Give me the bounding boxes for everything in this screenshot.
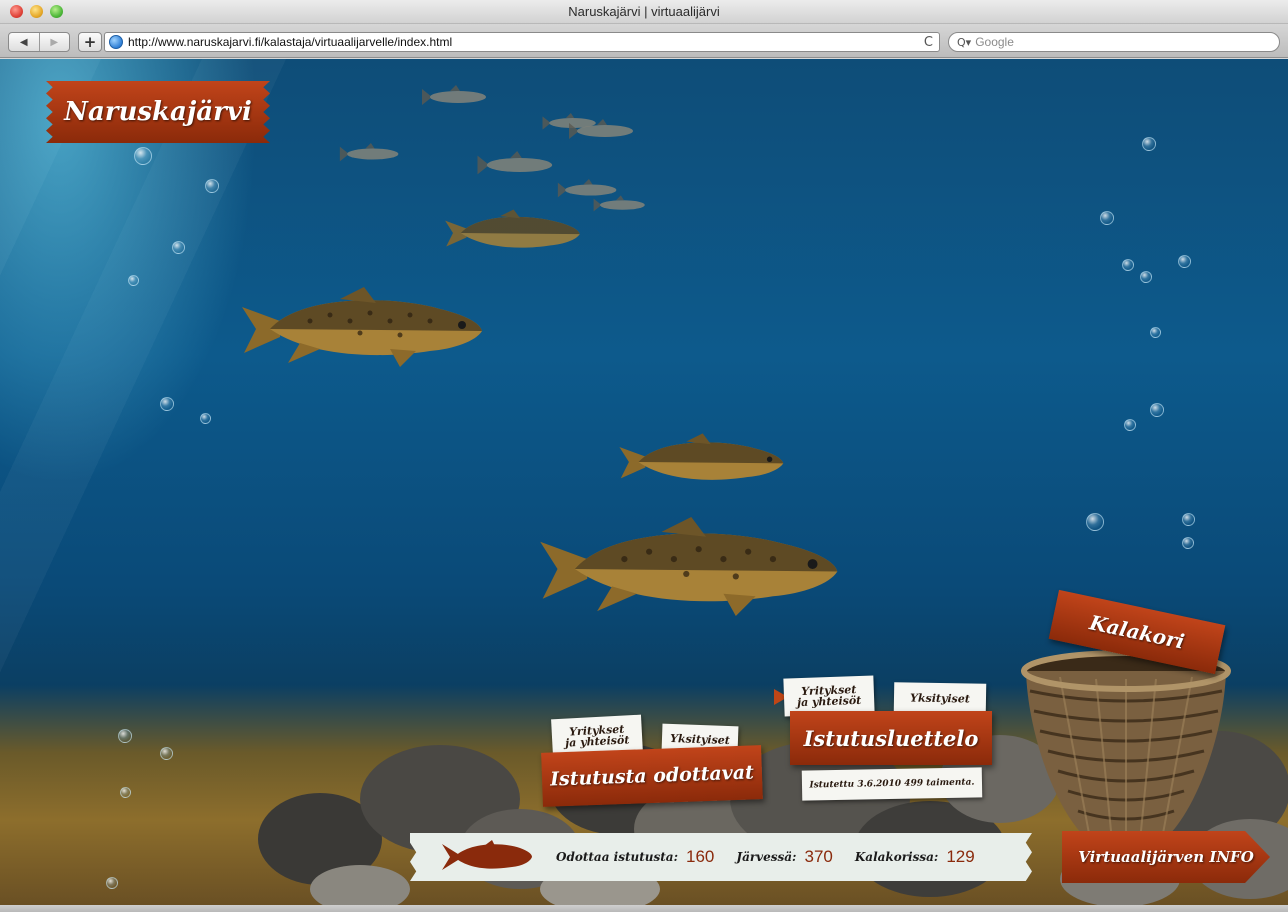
site-logo[interactable]: Naruskajärvi <box>46 81 270 143</box>
stocking-companies-line2: ja yhteisöt <box>796 693 862 710</box>
globe-icon <box>109 35 123 49</box>
pending-ribbon[interactable]: Istutusta odottavat <box>541 745 763 807</box>
window-title: Naruskajärvi | virtuaalijärvi <box>568 4 720 19</box>
address-bar[interactable]: http://www.naruskajarvi.fi/kalastaja/vir… <box>104 32 940 52</box>
lake-value: 370 <box>804 847 833 866</box>
fish-silhouette-icon <box>442 840 532 870</box>
basket-label: Kalakorissa: <box>854 850 939 864</box>
lake-label: Järvessä: <box>736 850 797 864</box>
search-icon[interactable]: Q▾ <box>957 36 971 49</box>
waiting-value: 160 <box>686 847 715 866</box>
fish-basket[interactable] <box>1020 649 1232 849</box>
back-button[interactable]: ◀ <box>9 33 39 51</box>
search-placeholder: Google <box>975 35 1014 49</box>
window-titlebar: Naruskajärvi | virtuaalijärvi <box>0 0 1288 24</box>
window-statusbar <box>0 905 1288 912</box>
pending-companies-line2: ja yhteisöt <box>564 733 630 750</box>
forward-button[interactable]: ▶ <box>38 33 70 51</box>
waiting-label: Odottaa istutusta: <box>556 850 679 864</box>
stocking-private-tab[interactable]: Yksityiset <box>893 682 987 714</box>
navigation-buttons: ◀ ▶ <box>8 32 70 52</box>
browser-toolbar: ◀ ▶ + http://www.naruskajarvi.fi/kalasta… <box>0 24 1288 58</box>
add-bookmark-button[interactable]: + <box>78 32 102 52</box>
info-button[interactable]: Virtuaalijärven INFO <box>1062 831 1270 883</box>
stocking-note: Istutettu 3.6.2010 499 taimenta. <box>801 767 983 801</box>
virtual-lake-scene: Naruskajärvi Yritykset ja yhteisöt Yksit… <box>0 59 1288 905</box>
search-field[interactable]: Q▾ Google <box>948 32 1280 52</box>
basket-value: 129 <box>946 847 975 866</box>
reload-icon[interactable]: C <box>924 35 933 50</box>
url-text[interactable]: http://www.naruskajarvi.fi/kalastaja/vir… <box>128 35 452 49</box>
stats-bar: Odottaa istutusta: 160 Järvessä: 370 Kal… <box>410 833 1032 881</box>
stocking-ribbon[interactable]: Istutusluettelo <box>790 711 992 765</box>
